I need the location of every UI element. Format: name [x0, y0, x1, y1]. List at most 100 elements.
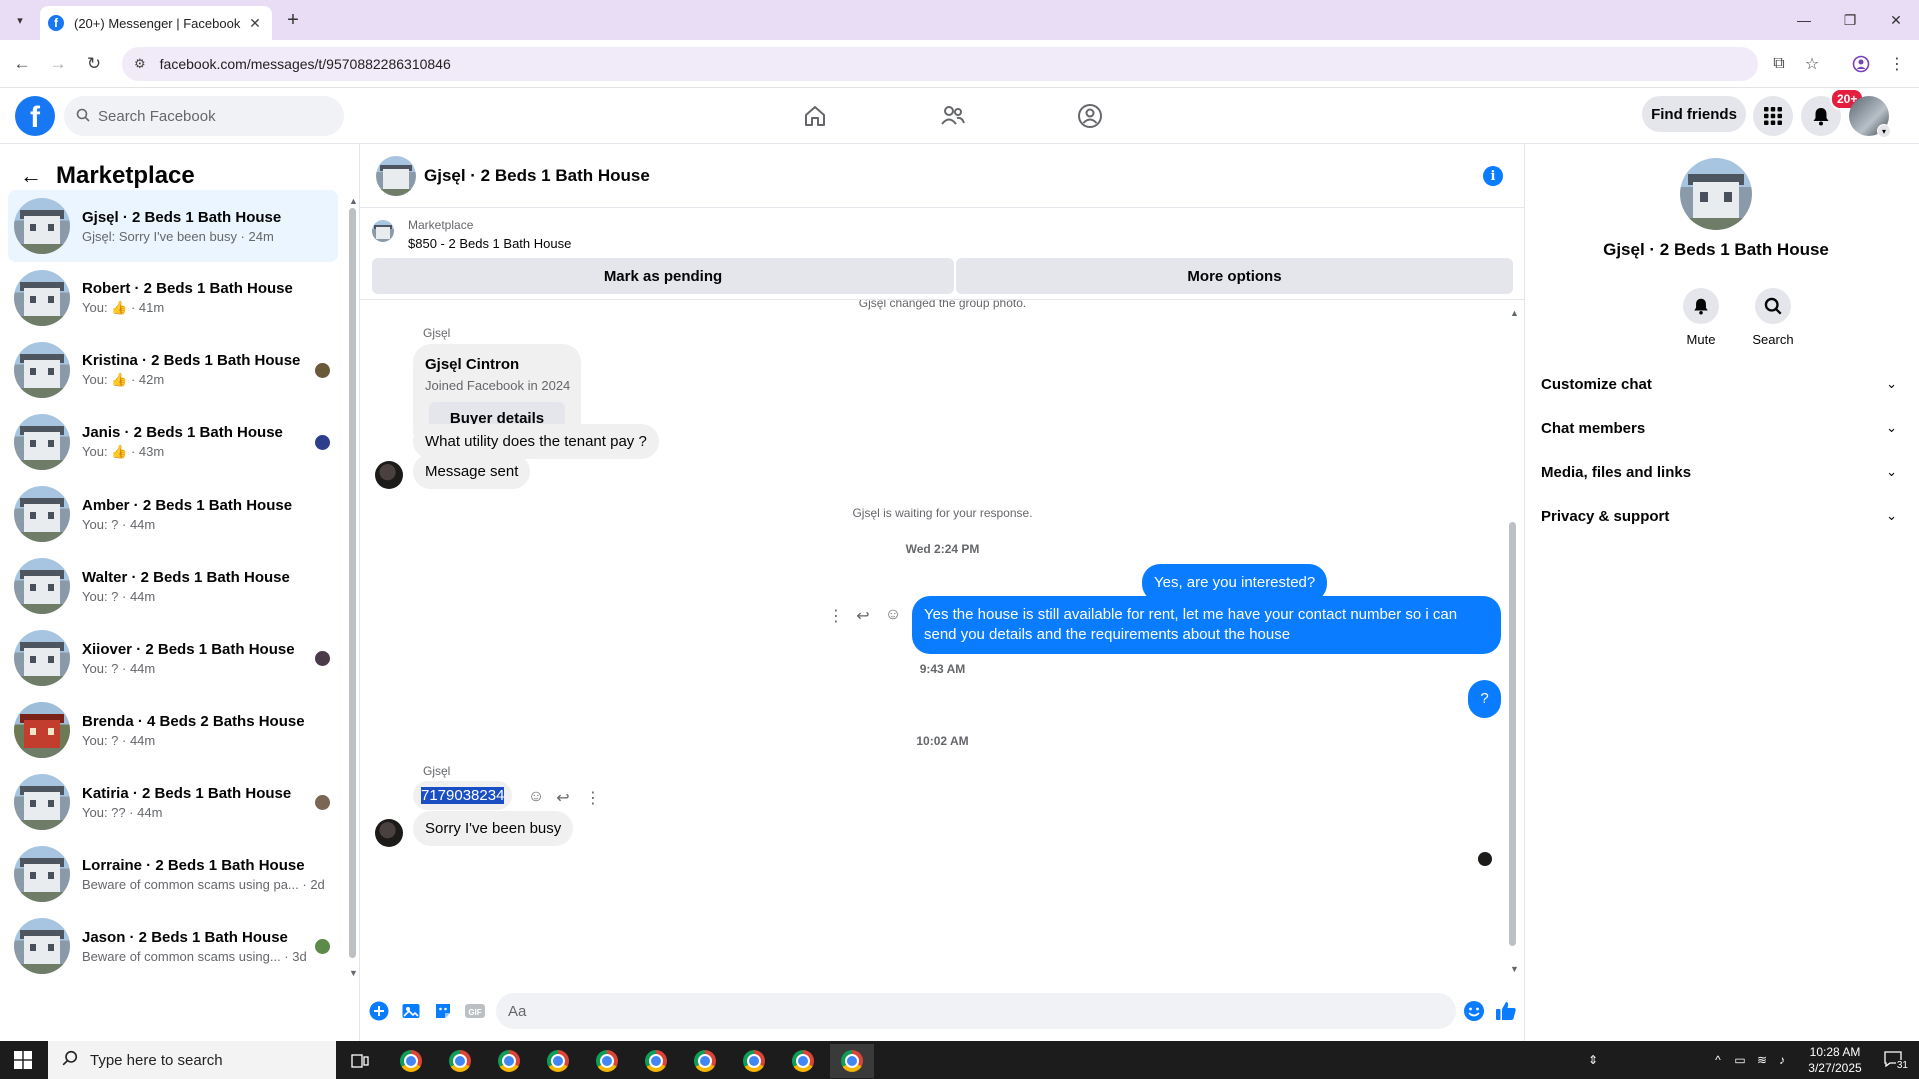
facebook-search-input[interactable] [98, 107, 318, 125]
install-app-icon[interactable]: ⧉ [1766, 51, 1792, 77]
sticker-icon[interactable] [432, 1000, 454, 1022]
bookmark-star-icon[interactable]: ☆ [1799, 51, 1825, 77]
reply-icon[interactable]: ↩ [852, 606, 874, 626]
conversation-item[interactable]: Gjsęl · 2 Beds 1 Bath House Gjsęl: Sorry … [8, 190, 338, 262]
selected-phone-number[interactable]: 7179038234 [421, 787, 505, 804]
menu-grid-icon[interactable] [1753, 96, 1793, 136]
chat-profile-avatar[interactable] [1680, 158, 1752, 230]
conversation-item[interactable]: Xiiover · 2 Beds 1 Bath House You: ? · 44… [8, 622, 338, 694]
tab-search-chevron-icon[interactable]: ▾ [8, 8, 32, 32]
address-bar[interactable]: ⚙ facebook.com/messages/t/95708822863108… [122, 47, 1758, 81]
volume-icon[interactable]: ♪ [1772, 1041, 1792, 1079]
photo-icon[interactable] [400, 1000, 422, 1022]
outgoing-message[interactable]: Yes the house is still available for ren… [912, 596, 1501, 654]
reload-icon[interactable]: ↻ [80, 50, 108, 78]
browser-tab[interactable]: f (20+) Messenger | Facebook ✕ [40, 6, 272, 40]
new-tab-plus-icon[interactable]: + [281, 8, 305, 32]
chrome-app-icon[interactable] [585, 1044, 629, 1078]
reply-icon[interactable]: ↩ [552, 788, 574, 808]
conversation-item[interactable]: Walter · 2 Beds 1 Bath House You: ? · 44m [8, 550, 338, 622]
windows-start-icon[interactable] [0, 1041, 46, 1079]
emoji-icon[interactable] [1463, 1000, 1485, 1022]
chrome-app-icon[interactable] [438, 1044, 482, 1078]
conversation-item[interactable]: Janis · 2 Beds 1 Bath House You: 👍 · 43m [8, 406, 338, 478]
home-icon[interactable] [759, 92, 871, 140]
message-input-box[interactable] [496, 993, 1456, 1029]
more-vertical-icon[interactable]: ⋮ [825, 606, 847, 626]
groups-icon[interactable] [1034, 92, 1146, 140]
sidebar-scrollbar[interactable] [349, 208, 356, 958]
chrome-app-icon[interactable] [830, 1044, 874, 1078]
facebook-logo-icon[interactable]: f [15, 96, 55, 136]
outgoing-message[interactable]: ? [1468, 680, 1501, 718]
conversation-item[interactable]: Katiria · 2 Beds 1 Bath House You: ?? · 4… [8, 766, 338, 838]
info-icon[interactable]: i [1483, 166, 1503, 186]
back-arrow-icon[interactable]: ← [8, 50, 36, 78]
conversation-item[interactable]: Amber · 2 Beds 1 Bath House You: ? · 44m [8, 478, 338, 550]
listing-thumbnail[interactable] [372, 220, 394, 242]
scroll-down-arrow-icon[interactable]: ▼ [1510, 964, 1519, 974]
wifi-icon[interactable]: ≋ [1752, 1041, 1772, 1079]
search-in-chat-button[interactable]: Search [1743, 288, 1803, 347]
message-input[interactable] [508, 1002, 1408, 1020]
chat-members-section[interactable]: Chat members ⌄ [1541, 410, 1897, 446]
battery-icon[interactable]: ▭ [1730, 1041, 1750, 1079]
taskbar-clock[interactable]: 10:28 AM 3/27/2025 [1790, 1044, 1880, 1076]
forward-arrow-icon[interactable]: → [44, 50, 72, 78]
facebook-search[interactable] [64, 96, 344, 136]
profile-icon[interactable] [1848, 51, 1874, 77]
chrome-app-icon[interactable] [389, 1044, 433, 1078]
scroll-up-arrow-icon[interactable]: ▲ [1510, 308, 1519, 318]
chat-title[interactable]: Gjsęl · 2 Beds 1 Bath House [424, 166, 650, 186]
taskbar-scroll-icon[interactable]: ⇕ [1584, 1041, 1602, 1079]
plus-circle-icon[interactable] [368, 1000, 390, 1022]
mute-button[interactable]: Mute [1671, 288, 1731, 347]
account-avatar[interactable]: ▾ [1849, 96, 1891, 138]
sender-avatar[interactable] [375, 461, 403, 489]
customize-chat-section[interactable]: Customize chat ⌄ [1541, 366, 1897, 402]
like-thumb-icon[interactable] [1495, 1000, 1517, 1022]
conversation-item[interactable]: Kristina · 2 Beds 1 Bath House You: 👍 · 4… [8, 334, 338, 406]
media-files-section[interactable]: Media, files and links ⌄ [1541, 454, 1897, 490]
chrome-app-icon[interactable] [781, 1044, 825, 1078]
conversation-item[interactable]: Lorraine · 2 Beds 1 Bath House Beware of … [8, 838, 338, 910]
window-restore-icon[interactable]: ❐ [1827, 6, 1873, 34]
browser-menu-icon[interactable]: ⋮ [1884, 51, 1910, 77]
friends-icon[interactable] [897, 92, 1009, 140]
react-smiley-icon[interactable]: ☺ [525, 788, 547, 806]
incoming-message[interactable]: Message sent [413, 454, 531, 489]
chrome-app-icon[interactable] [487, 1044, 531, 1078]
find-friends-button[interactable]: Find friends [1642, 96, 1746, 132]
chrome-app-icon[interactable] [634, 1044, 678, 1078]
window-close-icon[interactable]: ✕ [1873, 6, 1919, 34]
back-arrow-icon[interactable]: ← [20, 163, 46, 189]
sender-avatar[interactable] [375, 819, 403, 847]
tab-close-icon[interactable]: ✕ [246, 15, 264, 32]
scroll-up-arrow-icon[interactable]: ▲ [349, 196, 358, 206]
conversation-item[interactable]: Jason · 2 Beds 1 Bath House Beware of com… [8, 910, 338, 982]
tray-chevron-up-icon[interactable]: ^ [1708, 1041, 1728, 1079]
notification-center-icon[interactable]: 31 [1884, 1049, 1908, 1071]
chat-scrollbar[interactable] [1509, 522, 1516, 946]
more-options-button[interactable]: More options [956, 258, 1513, 294]
incoming-message[interactable]: Sorry I've been busy [413, 811, 574, 846]
taskbar-search[interactable] [48, 1041, 336, 1079]
site-info-icon[interactable]: ⚙ [134, 56, 146, 72]
privacy-support-section[interactable]: Privacy & support ⌄ [1541, 498, 1897, 534]
scroll-down-arrow-icon[interactable]: ▼ [349, 968, 358, 978]
more-vertical-icon[interactable]: ⋮ [582, 788, 604, 808]
chrome-app-icon[interactable] [732, 1044, 776, 1078]
chat-avatar[interactable] [376, 155, 416, 196]
conversation-item[interactable]: Brenda · 4 Beds 2 Baths House You: ? · 44… [8, 694, 338, 766]
window-minimize-icon[interactable]: — [1781, 6, 1827, 34]
task-view-icon[interactable] [338, 1044, 382, 1078]
gif-icon[interactable]: GIF [464, 1000, 486, 1022]
chrome-app-icon[interactable] [683, 1044, 727, 1078]
listing-price[interactable]: $850 - 2 Beds 1 Bath House [408, 236, 571, 251]
incoming-message[interactable]: 7179038234 [413, 781, 513, 810]
chrome-app-icon[interactable] [536, 1044, 580, 1078]
taskbar-search-input[interactable] [90, 1051, 320, 1069]
conversation-item[interactable]: Robert · 2 Beds 1 Bath House You: 👍 · 41m [8, 262, 338, 334]
mark-as-pending-button[interactable]: Mark as pending [372, 258, 954, 294]
react-smiley-icon[interactable]: ☺ [882, 606, 904, 624]
